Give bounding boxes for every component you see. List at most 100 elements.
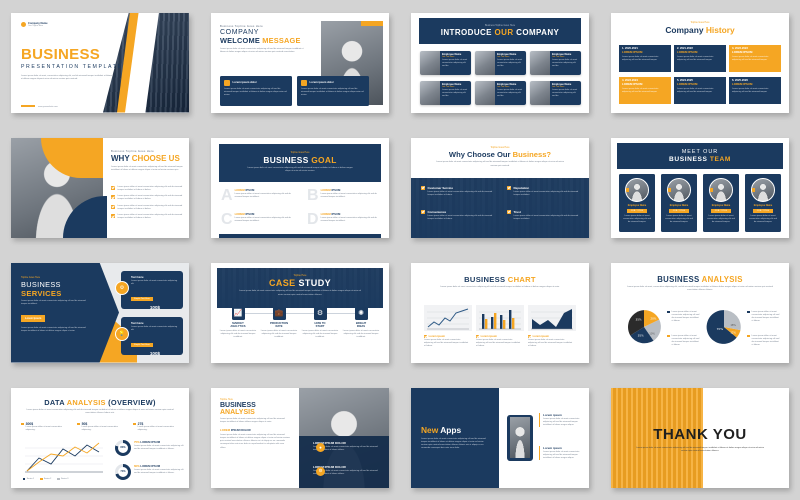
title-a: THANK <box>653 425 709 443</box>
slide-thank-you[interactable]: THANK YOU Lorem ipsum dolor sit amet con… <box>611 387 789 488</box>
card-icon <box>224 79 230 86</box>
service-card[interactable]: 💡 Text Here Lorem ipsum dolor sit amet c… <box>115 316 183 356</box>
step-label-b: IDEAS <box>356 325 366 328</box>
title-a: INTRODUCE <box>440 28 492 38</box>
info-card-1[interactable]: Lorem ipsum dolor Lorem ipsum dolor sit … <box>220 75 292 106</box>
goal-item[interactable]: D LOREM IPSUM Lorem ipsum dolor sit amet… <box>307 210 383 228</box>
slide-new-apps[interactable]: New Apps Lorem ipsum dolor sit amet cons… <box>411 387 589 488</box>
bullet-text: Lorem ipsum dolor sit amet consectetur a… <box>117 204 183 210</box>
feature-heading: Lorem ipsum <box>543 412 562 417</box>
team-member-card[interactable]: Employee Name JOB TITLE Lorem ipsum dolo… <box>703 173 739 232</box>
member-title-button[interactable]: JOB TITLE <box>710 208 732 214</box>
member-title-button[interactable]: JOB TITLE <box>752 208 774 214</box>
bullet-text: Lorem ipsum dolor sit amet consectetur a… <box>117 185 183 191</box>
team-member-card[interactable]: Employee Name JOB TITLE Lorem ipsum dolo… <box>619 173 655 232</box>
slide-cell-6: Topline Goes Here BUSINESS GOAL Lorem ip… <box>200 125 400 250</box>
history-item[interactable]: 1. 2020-2021 LOREM IPSUM Lorem ipsum dol… <box>619 44 671 72</box>
feature-item[interactable]: Trust Lorem ipsum dolor sit amet consect… <box>507 209 579 221</box>
briefcase-icon: 💼 <box>272 306 286 320</box>
stat-body: Lorem ipsum dolor sit amet consectetur a… <box>81 426 118 432</box>
slide-header: Topline Goes Here BUSINESS GOAL Lorem ip… <box>219 143 381 182</box>
employee-role: Job Title Here <box>497 56 510 58</box>
history-item[interactable]: 4. 2023-2024 LOREM IPSUM Lorem ipsum dol… <box>619 76 671 104</box>
panel-card[interactable]: ● LOREM IPSUM DOLOR Lorem ipsum dolor si… <box>313 441 384 463</box>
member-body: Lorem ipsum dolor sit amet consectetur a… <box>623 215 651 224</box>
case-step[interactable]: ⚙ HOW TO START Lorem ipsum dolor sit ame… <box>301 306 339 339</box>
employee-photo <box>530 50 550 75</box>
goal-heading-a: LOREM <box>320 187 331 192</box>
title-a: BUSINESS <box>220 401 256 409</box>
feature-item[interactable]: Convenience Lorem ipsum dolor sit amet c… <box>421 209 493 221</box>
team-member-card[interactable]: Employee Name JOB TITLE Lorem ipsum dolo… <box>745 173 781 232</box>
step-body: Lorem ipsum dolor sit amet consectetur a… <box>342 329 380 338</box>
slide-title[interactable]: Company Name Your Tagline Here BUSINESS … <box>11 12 189 113</box>
slide-introduce-company[interactable]: Business Topline Goes Here INTRODUCE OUR… <box>411 12 589 113</box>
slide-data-analysis-overview[interactable]: DATA ANALYSIS (OVERVIEW) Lorem ipsum dol… <box>11 387 189 488</box>
history-item[interactable]: 2. 2021-2022 LOREM IPSUM Lorem ipsum dol… <box>674 44 726 72</box>
slide-business-goal[interactable]: Topline Goes Here BUSINESS GOAL Lorem ip… <box>211 137 389 238</box>
employee-photo <box>475 50 495 75</box>
slide-meet-team[interactable]: MEET OUR BUSINESS TEAM Employee Name JOB… <box>611 137 789 238</box>
feature-item[interactable]: Customer Service Lorem ipsum dolor sit a… <box>421 185 493 197</box>
avatar <box>709 177 733 202</box>
legend-label: Series 1 <box>26 477 35 480</box>
title-b: GOAL <box>311 154 337 165</box>
slide-why-choose-business[interactable]: Topline Goes Here Why Choose Our Busines… <box>411 137 589 238</box>
stat-value: 50$ <box>81 421 88 426</box>
bullet-icon <box>528 334 531 338</box>
slide-business-analysis-pies[interactable]: BUSINESS ANALYSIS Lorem ipsum dolor sit … <box>611 262 789 363</box>
svg-text:10%: 10% <box>649 331 655 335</box>
case-step[interactable]: ✺ BRIGHT IDEAS Lorem ipsum dolor sit ame… <box>342 306 380 339</box>
slide-body: Lorem ipsum dolor sit amet consectetur a… <box>26 409 174 415</box>
cta-button[interactable]: Lorem Ipsum <box>21 315 46 322</box>
title-b: CHART <box>507 274 536 284</box>
history-item[interactable]: 5. 2024-2025 LOREM IPSUM Lorem ipsum dol… <box>674 76 726 104</box>
employee-card[interactable]: Employee Name Job Title Here Lorem ipsum… <box>530 50 581 75</box>
history-item[interactable]: 6. 2025-2026 LOREM IPSUM Lorem ipsum dol… <box>729 76 781 104</box>
slide-case-study[interactable]: Topline Here CASE STUDY Lorem ipsum dolo… <box>211 262 389 363</box>
title-b: ANALYSIS <box>220 408 255 416</box>
slide-why-choose-us[interactable]: Business Topline Goes Here WHY CHOOSE US… <box>11 137 189 238</box>
goal-body: Lorem ipsum dolor sit amet consectetur a… <box>234 192 291 198</box>
goal-item[interactable]: B LOREM IPSUM Lorem ipsum dolor sit amet… <box>307 187 383 203</box>
app-feature[interactable]: Lorem ipsum Lorem ipsum dolor sit amet c… <box>539 412 585 428</box>
team-member-card[interactable]: Employee Name JOB TITLE Lorem ipsum dolo… <box>661 173 697 232</box>
feature-item[interactable]: Reputation Lorem ipsum dolor sit amet co… <box>507 185 579 197</box>
employee-card[interactable]: Employee Name Job Title Here Lorem ipsum… <box>420 50 471 75</box>
slide-business-analysis-portrait[interactable]: Topline Here BUSINESS ANALYSIS Lorem ips… <box>211 387 389 488</box>
app-feature[interactable]: Lorem ipsum Lorem ipsum dolor sit amet c… <box>539 445 585 461</box>
info-card-2[interactable]: Lorem ipsum dolor Lorem ipsum dolor sit … <box>297 75 369 106</box>
service-card[interactable]: ⚙ Text Here Lorem ipsum dolor sit amet c… <box>115 270 183 310</box>
goal-item[interactable]: A LOREM IPSUM Lorem ipsum dolor sit amet… <box>221 187 299 203</box>
slide-business-services[interactable]: Topline Goes Here BUSINESS SERVICES Lore… <box>11 262 189 363</box>
member-title-button[interactable]: JOB TITLE <box>626 208 648 214</box>
member-title-button[interactable]: JOB TITLE <box>668 208 690 214</box>
case-step[interactable]: 📈 MARKET ANALYTICS Lorem ipsum dolor sit… <box>219 306 257 339</box>
goal-item[interactable]: C LOREM IPSUM Lorem ipsum dolor sit amet… <box>221 211 299 227</box>
employee-card[interactable]: Employee Name Job Title Here Lorem ipsum… <box>475 80 526 105</box>
title-a: BUSINESS <box>263 154 309 165</box>
chart-body: Lorem ipsum dolor sit amet consectetur a… <box>528 339 573 348</box>
slide-business-chart[interactable]: BUSINESS CHART Lorem ipsum dolor sit ame… <box>411 262 589 363</box>
employee-body: Lorem ipsum dolor sit amet consectetur a… <box>552 59 578 68</box>
slide-body: Lorem ipsum dolor sit amet consectetur a… <box>421 437 486 450</box>
employee-card[interactable]: Employee Name Job Title Here Lorem ipsum… <box>530 80 581 105</box>
title-a: Why Choose Our <box>448 150 511 160</box>
donut-body: Lorem ipsum dolor sit amet consectetur a… <box>134 468 184 474</box>
legend-label: Series 3 <box>61 477 69 480</box>
employee-card[interactable]: Employee Name Job Title Here Lorem ipsum… <box>420 80 471 105</box>
gear-icon: ⚙ <box>115 280 129 295</box>
history-item[interactable]: 3. 2022-2023 LOREM IPSUM Lorem ipsum dol… <box>729 44 781 72</box>
goal-letter: D <box>307 210 319 228</box>
case-step[interactable]: 💼 PRODUCTION RATE Lorem ipsum dolor sit … <box>260 306 298 339</box>
slide-company-history[interactable]: Topline Goes Here Company History 1. 202… <box>611 12 789 113</box>
card-pill: Simple Text Here <box>131 297 153 302</box>
check-icon <box>111 195 115 200</box>
title-a: WHY <box>111 153 130 163</box>
slide-cell-15: New Apps Lorem ipsum dolor sit amet cons… <box>400 375 600 500</box>
goal-heading-b: IPSUM <box>245 187 255 192</box>
employee-card[interactable]: Employee Name Job Title Here Lorem ipsum… <box>475 50 526 75</box>
svg-text:35%: 35% <box>638 333 644 337</box>
panel-card[interactable]: ⚙ LOREM IPSUM DOLOR Lorem ipsum dolor si… <box>313 465 384 487</box>
slide-welcome-message[interactable]: Business Topline Goes Here COMPANY WELCO… <box>211 12 389 113</box>
